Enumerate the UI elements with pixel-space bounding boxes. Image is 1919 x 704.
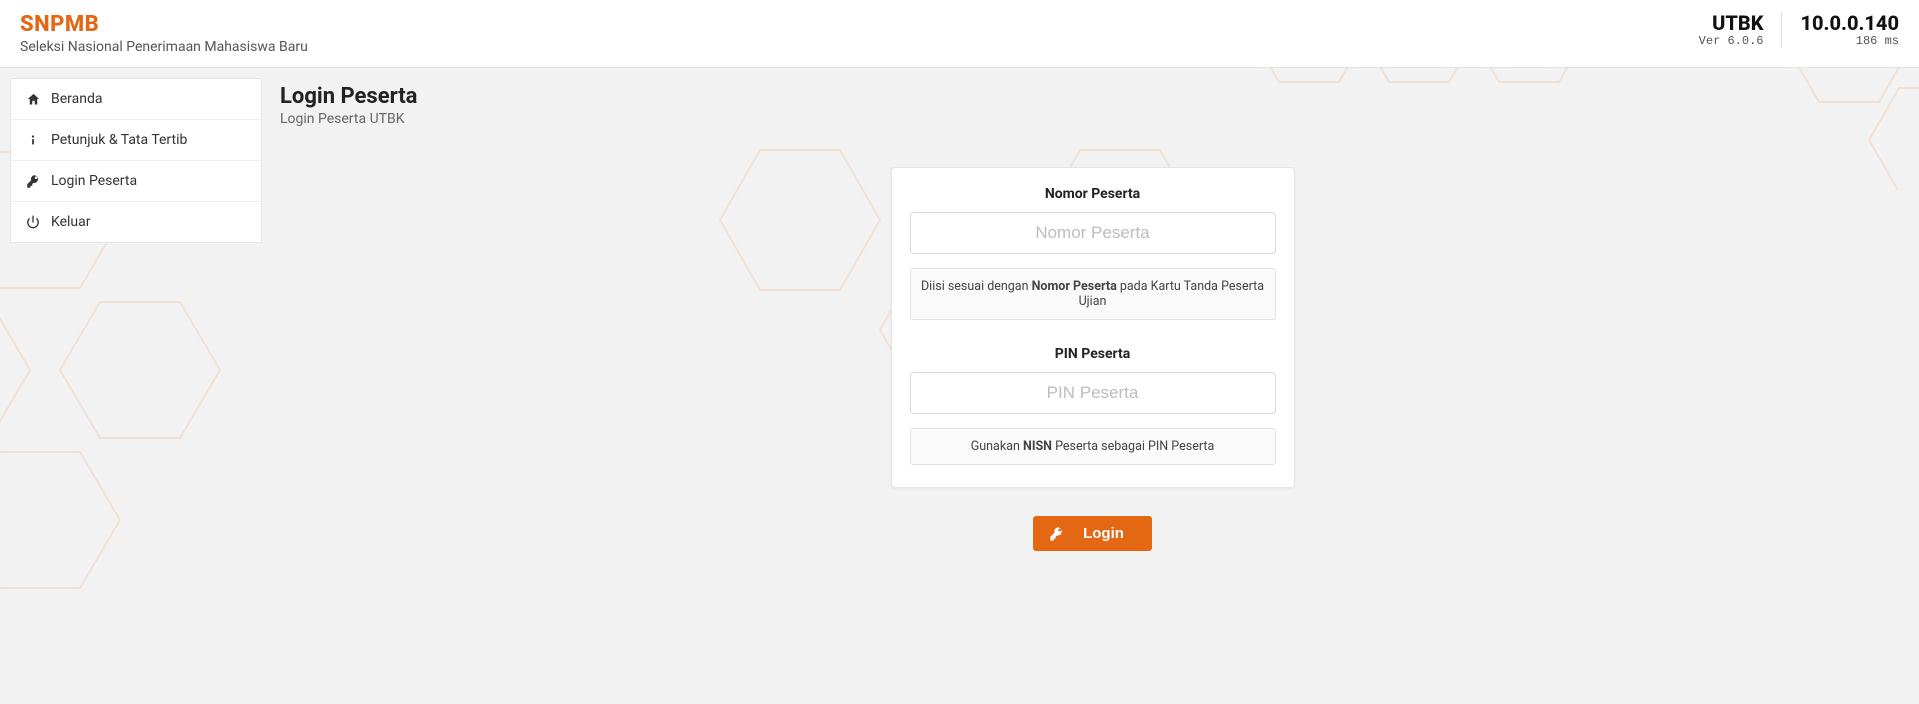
sidebar-item-label: Login Peserta <box>51 173 137 189</box>
field-pin-peserta: PIN Peserta Gunakan NISN Peserta sebagai… <box>910 346 1276 465</box>
pin-label: PIN Peserta <box>910 346 1276 362</box>
page-subtitle: Login Peserta UTBK <box>280 111 1905 127</box>
key-icon <box>1049 526 1065 542</box>
pin-hint: Gunakan NISN Peserta sebagai PIN Peserta <box>910 428 1276 465</box>
latency-value: 186 ms <box>1800 34 1899 48</box>
brand-block: SNPMB Seleksi Nasional Penerimaan Mahasi… <box>20 12 308 55</box>
sidebar-item-label: Beranda <box>51 91 102 107</box>
sidebar-item-label: Petunjuk & Tata Tertib <box>51 132 187 148</box>
hint-text: Peserta sebagai PIN Peserta <box>1052 439 1214 454</box>
header-right: UTBK Ver 6.0.6 10.0.0.140 186 ms <box>1699 12 1899 48</box>
main-content: Login Peserta Login Peserta UTBK Nomor P… <box>276 78 1909 557</box>
sidebar-item-beranda[interactable]: Beranda <box>11 79 261 120</box>
sidebar: Beranda Petunjuk & Tata Tertib Login Pes… <box>10 78 262 243</box>
login-button-label: Login <box>1083 525 1124 542</box>
field-nomor-peserta: Nomor Peserta Diisi sesuai dengan Nomor … <box>910 186 1276 320</box>
hint-text: Gunakan <box>971 439 1023 454</box>
info-icon <box>25 133 41 147</box>
key-icon <box>25 174 41 189</box>
page-title: Login Peserta <box>280 84 1905 109</box>
hint-bold: Nomor Peserta <box>1032 279 1117 294</box>
app-header: SNPMB Seleksi Nasional Penerimaan Mahasi… <box>0 0 1919 68</box>
nomor-peserta-input[interactable] <box>910 212 1276 254</box>
header-separator <box>1781 12 1782 48</box>
brand-subtitle: Seleksi Nasional Penerimaan Mahasiswa Ba… <box>20 39 308 55</box>
pin-peserta-input[interactable] <box>910 372 1276 414</box>
app-version: Ver 6.0.6 <box>1699 34 1764 48</box>
hint-bold: NISN <box>1023 439 1052 454</box>
power-icon <box>25 215 41 229</box>
sidebar-item-keluar[interactable]: Keluar <box>11 202 261 242</box>
hint-text: Diisi sesuai dengan <box>921 279 1032 294</box>
login-button[interactable]: Login <box>1033 516 1152 551</box>
sidebar-item-login[interactable]: Login Peserta <box>11 161 261 202</box>
brand-title: SNPMB <box>20 12 308 37</box>
login-card: Nomor Peserta Diisi sesuai dengan Nomor … <box>891 167 1295 488</box>
sidebar-item-petunjuk[interactable]: Petunjuk & Tata Tertib <box>11 120 261 161</box>
sidebar-item-label: Keluar <box>51 214 91 230</box>
ip-address: 10.0.0.140 <box>1800 12 1899 34</box>
nomor-hint: Diisi sesuai dengan Nomor Peserta pada K… <box>910 268 1276 320</box>
app-name-block: UTBK Ver 6.0.6 <box>1699 12 1764 48</box>
home-icon <box>25 92 41 107</box>
nomor-label: Nomor Peserta <box>910 186 1276 202</box>
network-block: 10.0.0.140 186 ms <box>1800 12 1899 48</box>
app-name: UTBK <box>1699 12 1764 34</box>
